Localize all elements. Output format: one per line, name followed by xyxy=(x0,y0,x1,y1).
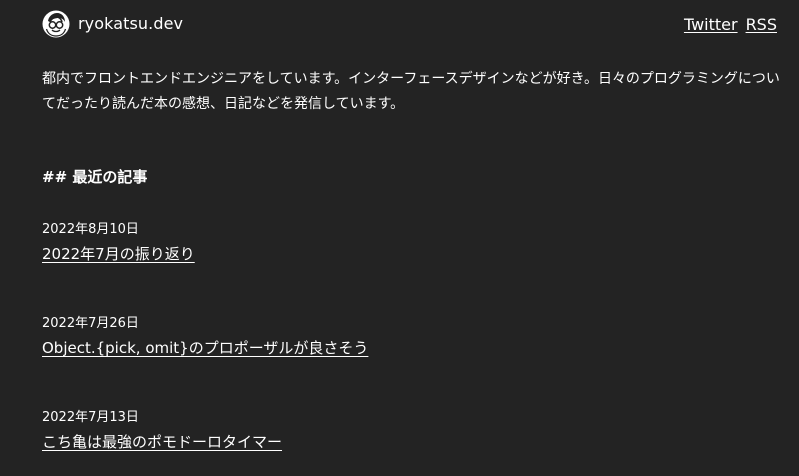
post-date: 2022年7月13日 xyxy=(42,410,139,425)
post-link[interactable]: 2022年7月の振り返り xyxy=(42,243,195,265)
post-link[interactable]: こち亀は最強のポモドーロタイマー xyxy=(42,431,282,453)
recent-posts-heading: ## 最近の記事 xyxy=(42,168,148,186)
home-link[interactable]: ryokatsu.dev xyxy=(42,10,183,38)
site-name: ryokatsu.dev xyxy=(78,14,184,33)
intro-text: 都内でフロントエンドエンジニアをしています。インターフェースデザインなどが好き。… xyxy=(42,71,780,112)
post-date: 2022年7月26日 xyxy=(42,316,139,331)
post-date: 2022年8月10日 xyxy=(42,222,139,237)
post-link[interactable]: Object.{pick, omit}のプロポーザルが良さそう xyxy=(42,337,368,359)
post-item: 2022年7月26日 Object.{pick, omit}のプロポーザルが良さ… xyxy=(42,315,742,359)
header-nav: Twitter RSS xyxy=(684,15,777,34)
post-item: 2022年8月10日 2022年7月の振り返り xyxy=(42,221,742,265)
post-item: 2022年7月13日 こち亀は最強のポモドーロタイマー xyxy=(42,409,742,453)
twitter-link[interactable]: Twitter xyxy=(684,15,738,34)
rss-link[interactable]: RSS xyxy=(746,15,777,34)
site-header: ryokatsu.dev Twitter RSS xyxy=(42,9,777,39)
avatar-face-icon xyxy=(42,10,70,38)
